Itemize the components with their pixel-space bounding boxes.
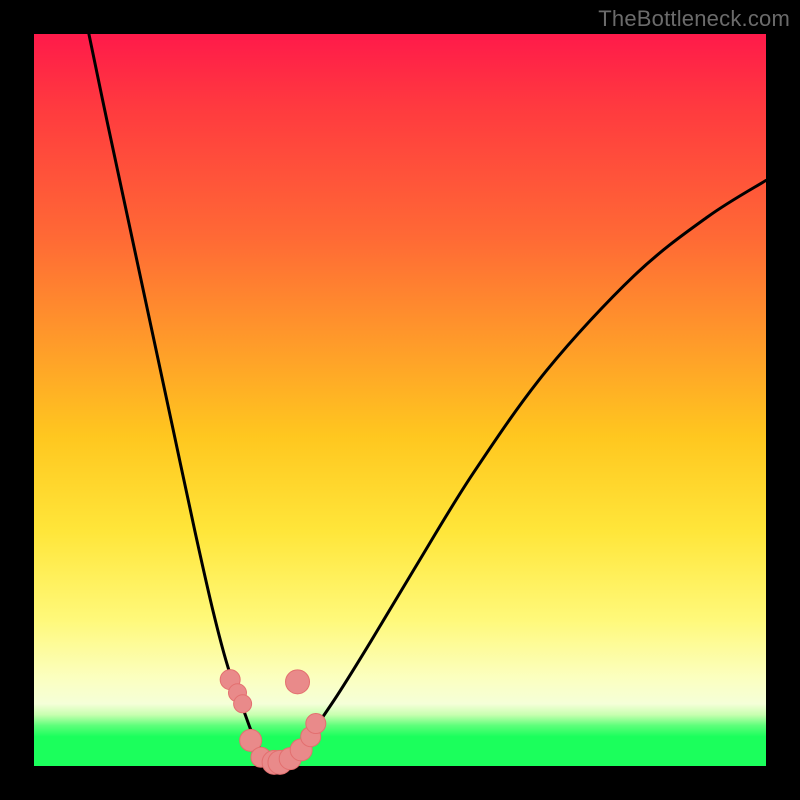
- plot-area: [34, 34, 766, 766]
- left-curve: [89, 34, 276, 766]
- marker-dot: [306, 714, 326, 734]
- watermark-text: TheBottleneck.com: [598, 6, 790, 32]
- marker-dot: [286, 670, 310, 694]
- right-curve: [276, 180, 766, 766]
- curve-layer: [34, 34, 766, 766]
- marker-group: [220, 670, 326, 775]
- marker-dot: [234, 695, 252, 713]
- chart-frame: TheBottleneck.com: [0, 0, 800, 800]
